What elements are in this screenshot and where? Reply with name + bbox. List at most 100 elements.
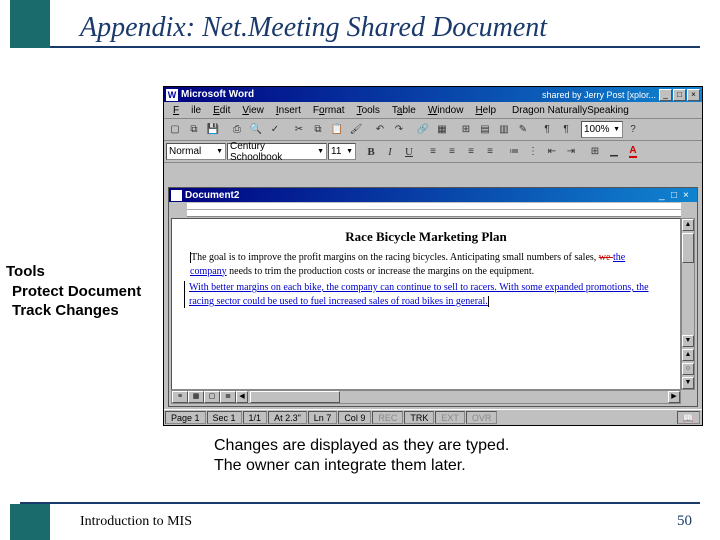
insert-table-icon[interactable]: ⊞ [457, 121, 475, 139]
menu-table[interactable]: Table [386, 104, 422, 117]
save-icon[interactable]: 💾 [204, 121, 222, 139]
zoom-select[interactable]: 100%▼ [581, 121, 623, 138]
hscroll-thumb[interactable] [250, 391, 340, 403]
menu-format[interactable]: Format [307, 104, 351, 117]
document-title: Document2 [185, 190, 659, 201]
bullet-protect: Protect Document [6, 282, 141, 302]
numbering-icon[interactable]: ≔ [505, 143, 523, 161]
highlight-icon[interactable]: ▁ [605, 143, 623, 161]
scroll-right-icon[interactable]: ▶ [668, 391, 680, 403]
menu-help[interactable]: Help [469, 104, 502, 117]
menu-view[interactable]: View [236, 104, 270, 117]
scroll-down-icon[interactable]: ▼ [682, 335, 694, 347]
text-cursor-2 [488, 296, 489, 307]
slide-bullets: Tools Protect Document Track Changes [6, 262, 141, 321]
doc-minimize-button[interactable]: _ [659, 190, 671, 201]
browse-object-icon[interactable]: ○ [682, 363, 694, 375]
new-doc-icon[interactable]: ▢ [166, 121, 184, 139]
doc-maximize-button[interactable]: □ [671, 190, 683, 201]
redo-icon[interactable]: ↷ [390, 121, 408, 139]
outline-view-icon[interactable]: ≣ [220, 391, 236, 403]
font-color-button[interactable]: A [624, 143, 642, 161]
minimize-button[interactable]: _ [659, 89, 672, 101]
footer-underline [20, 502, 700, 504]
shared-by-label: shared by Jerry Post [xplor... [542, 90, 656, 100]
help-icon[interactable]: ? [624, 121, 642, 139]
formatting-toolbar: Normal▼ Century Schoolbook▼ 11▼ B I U ≡ … [164, 141, 702, 163]
doc-heading: Race Bicycle Marketing Plan [190, 229, 662, 245]
document-body[interactable]: Race Bicycle Marketing Plan The goal is … [171, 218, 681, 390]
paste-icon[interactable]: 📋 [328, 121, 346, 139]
word-titlebar[interactable]: W Microsoft Word shared by Jerry Post [x… [164, 87, 702, 102]
doc-map-icon[interactable]: ¶ [538, 121, 556, 139]
slide-accent-bottom [10, 504, 50, 540]
justify-icon[interactable]: ≡ [481, 143, 499, 161]
drawing-icon[interactable]: ✎ [514, 121, 532, 139]
chevron-down-icon: ▼ [216, 148, 223, 155]
maximize-button[interactable]: □ [673, 89, 686, 101]
italic-button[interactable]: I [381, 143, 399, 161]
layout-view-icon[interactable]: ▦ [188, 391, 204, 403]
undo-icon[interactable]: ↶ [371, 121, 389, 139]
menu-insert[interactable]: Insert [270, 104, 307, 117]
normal-view-icon[interactable]: ≡ [172, 391, 188, 403]
scroll-up-icon[interactable]: ▲ [682, 219, 694, 231]
horizontal-scrollbar[interactable]: ≡ ▦ ▢ ≣ ◀ ▶ [171, 390, 681, 404]
cut-icon[interactable]: ✂ [290, 121, 308, 139]
print-icon[interactable]: ⎙ [228, 121, 246, 139]
align-center-icon[interactable]: ≡ [443, 143, 461, 161]
caption-line-2: The owner can integrate them later. [214, 456, 509, 476]
font-size-select[interactable]: 11▼ [328, 143, 356, 160]
horizontal-ruler[interactable] [187, 203, 681, 217]
scroll-thumb[interactable] [682, 233, 694, 263]
style-select[interactable]: Normal▼ [166, 143, 226, 160]
menu-window[interactable]: Window [422, 104, 470, 117]
status-sec: Sec 1 [207, 411, 242, 424]
doc-close-button[interactable]: × [683, 190, 695, 201]
preview-icon[interactable]: 🔍 [247, 121, 265, 139]
decrease-indent-icon[interactable]: ⇤ [543, 143, 561, 161]
align-right-icon[interactable]: ≡ [462, 143, 480, 161]
menu-tools[interactable]: Tools [351, 104, 386, 117]
underline-button[interactable]: U [400, 143, 418, 161]
bullet-tools: Tools [6, 262, 141, 282]
hyperlink-icon[interactable]: 🔗 [414, 121, 432, 139]
document-window: Document2 _ □ × Race Bicycle Marketing P… [168, 187, 698, 407]
increase-indent-icon[interactable]: ⇥ [562, 143, 580, 161]
word-menubar: File Edit View Insert Format Tools Table… [164, 102, 702, 119]
excel-icon[interactable]: ▤ [476, 121, 494, 139]
document-titlebar[interactable]: Document2 _ □ × [169, 188, 697, 202]
document-icon [171, 190, 182, 201]
font-select[interactable]: Century Schoolbook▼ [227, 143, 327, 160]
status-at: At 2.3" [268, 411, 307, 424]
spellcheck-icon[interactable]: ✓ [266, 121, 284, 139]
close-button[interactable]: × [687, 89, 700, 101]
open-icon[interactable]: ⧉ [185, 121, 203, 139]
status-rec: REC [372, 411, 403, 424]
word-app-title: Microsoft Word [181, 89, 542, 100]
doc-para-2: With better margins on each bike, the co… [184, 281, 662, 308]
prev-page-icon[interactable]: ▲ [682, 349, 694, 361]
copy-icon[interactable]: ⧉ [309, 121, 327, 139]
status-ext: EXT [435, 411, 465, 424]
columns-icon[interactable]: ▥ [495, 121, 513, 139]
align-left-icon[interactable]: ≡ [424, 143, 442, 161]
footer-text: Introduction to MIS [80, 514, 192, 530]
bullets-icon[interactable]: ⋮ [524, 143, 542, 161]
status-ln: Ln 7 [308, 411, 338, 424]
page-view-icon[interactable]: ▢ [204, 391, 220, 403]
menu-file[interactable]: File [167, 104, 207, 117]
show-hide-icon[interactable]: ¶ [557, 121, 575, 139]
status-col: Col 9 [338, 411, 371, 424]
status-book-icon[interactable]: 📖 [677, 411, 700, 424]
scroll-left-icon[interactable]: ◀ [236, 391, 248, 403]
menu-dragon[interactable]: Dragon NaturallySpeaking [506, 104, 635, 117]
vertical-scrollbar[interactable]: ▲ ▼ ▲ ○ ▼ [681, 218, 695, 390]
format-painter-icon[interactable]: 🖌 [347, 121, 365, 139]
tables-borders-icon[interactable]: ▦ [433, 121, 451, 139]
doc-para-1: The goal is to improve the profit margin… [190, 251, 662, 278]
next-page-icon[interactable]: ▼ [682, 377, 694, 389]
borders-icon[interactable]: ⊞ [586, 143, 604, 161]
menu-edit[interactable]: Edit [207, 104, 236, 117]
bold-button[interactable]: B [362, 143, 380, 161]
